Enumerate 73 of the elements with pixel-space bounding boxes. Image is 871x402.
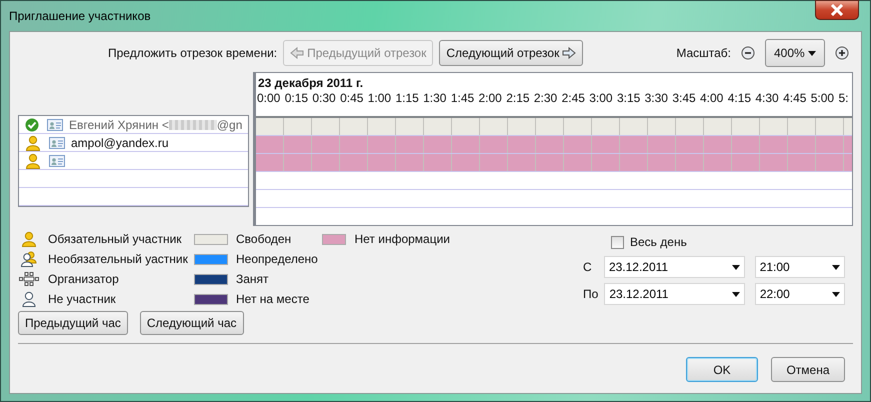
contact-card-icon bbox=[49, 136, 65, 148]
close-button[interactable] bbox=[815, 0, 859, 20]
dropdown-arrow-icon bbox=[732, 292, 740, 296]
hour-button[interactable]: Предыдущий час bbox=[18, 311, 128, 335]
time-label: 0:15 bbox=[284, 91, 310, 107]
close-icon bbox=[830, 4, 844, 16]
time-label: 4:15 bbox=[728, 91, 752, 107]
date-dropdown[interactable]: 23.12.2011 bbox=[604, 256, 745, 278]
time-label: 2:00 bbox=[478, 91, 503, 107]
plus-icon bbox=[835, 46, 849, 60]
legend-label: Обязательный участник bbox=[48, 232, 182, 246]
time-label: 3:00 bbox=[589, 91, 614, 107]
zoom-label: Масштаб: bbox=[676, 46, 731, 60]
time-label: 5: bbox=[838, 91, 848, 107]
time-label: 5:00 bbox=[810, 91, 836, 107]
legend-label: Занят bbox=[236, 272, 269, 286]
time-label: 3:30 bbox=[644, 91, 669, 107]
time-label: 4:45 bbox=[783, 91, 808, 107]
attendee-name: Евгений Хрянин < bbox=[69, 118, 169, 132]
right-arrow-icon bbox=[562, 47, 576, 59]
date-dropdown[interactable]: 23.12.2011 bbox=[604, 283, 745, 305]
time-label: 1:30 bbox=[423, 91, 448, 107]
minus-icon bbox=[741, 46, 755, 60]
range-label: С bbox=[583, 260, 593, 274]
time-label: 2:15 bbox=[506, 91, 531, 107]
hour-button[interactable]: Следующий час bbox=[140, 311, 244, 335]
time-label: 4:00 bbox=[700, 91, 724, 107]
attendee-name: ampol@yandex.ru bbox=[71, 136, 169, 150]
dialog-button[interactable]: OK bbox=[686, 357, 758, 382]
all-day-checkbox[interactable]: Весь день bbox=[583, 233, 845, 251]
time-label: 1:45 bbox=[450, 91, 476, 107]
zoom-dropdown[interactable]: 400% bbox=[765, 39, 825, 67]
person-icon bbox=[21, 231, 37, 247]
window-title: Приглашение участников bbox=[9, 9, 151, 23]
legend-label: Нет на месте bbox=[236, 292, 310, 306]
time-label: 1:00 bbox=[368, 91, 392, 107]
attendee-row[interactable]: Евгений Хрянин < @gn bbox=[19, 116, 248, 134]
organizer-icon bbox=[19, 272, 39, 286]
legend-label: Необязательный уастник bbox=[48, 252, 188, 266]
range-label: По bbox=[583, 287, 598, 301]
legend-label: Не участник bbox=[48, 292, 116, 306]
legend-label: Организатор bbox=[48, 272, 119, 286]
time-dropdown[interactable]: 22:00 bbox=[754, 283, 845, 305]
suggest-label: Предложить отрезок времени: bbox=[108, 46, 278, 60]
attendee-row[interactable]: ampol@yandex.ru bbox=[19, 134, 248, 152]
legend-label: Свободен bbox=[236, 232, 292, 246]
time-label: 3:15 bbox=[616, 91, 642, 107]
time-label: 3:45 bbox=[672, 91, 697, 107]
dropdown-arrow-icon bbox=[732, 264, 740, 270]
time-label: 2:30 bbox=[534, 91, 558, 107]
legend-label: Нет информации bbox=[354, 232, 450, 246]
time-label: 0:45 bbox=[340, 91, 364, 107]
attendee-email: @gn bbox=[216, 118, 242, 132]
contact-card-icon bbox=[49, 154, 65, 166]
dropdown-arrow-icon bbox=[808, 50, 816, 56]
dropdown-arrow-icon bbox=[832, 292, 840, 296]
time-label: 0:30 bbox=[312, 91, 337, 107]
dialog-button[interactable]: Отмена bbox=[771, 357, 845, 382]
time-dropdown[interactable]: 21:00 bbox=[754, 256, 845, 278]
dropdown-arrow-icon bbox=[832, 264, 840, 270]
time-label: 1:15 bbox=[395, 91, 420, 107]
time-label: 2:45 bbox=[562, 91, 586, 107]
time-label: 4:30 bbox=[755, 91, 780, 107]
contact-card-icon bbox=[47, 118, 63, 130]
two-people-icon bbox=[20, 251, 38, 267]
legend-label: Неопределено bbox=[236, 252, 318, 266]
redaction-mark bbox=[168, 120, 217, 130]
person-outline-icon bbox=[21, 291, 37, 307]
next-slot-button[interactable]: Следующий отрезок bbox=[439, 40, 584, 66]
attendee-row[interactable] bbox=[19, 152, 248, 170]
left-arrow-icon bbox=[290, 47, 304, 59]
date-header: 23 декабря 2011 г. bbox=[257, 75, 364, 91]
time-label: 0:00 bbox=[257, 91, 282, 107]
